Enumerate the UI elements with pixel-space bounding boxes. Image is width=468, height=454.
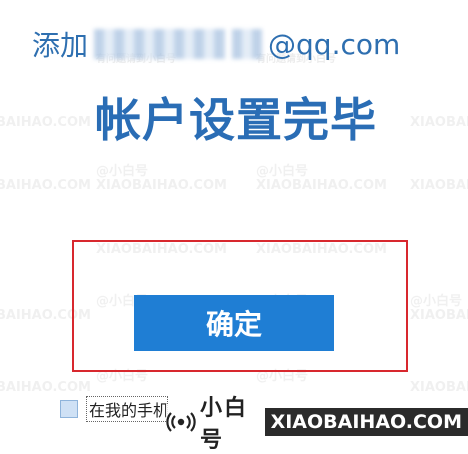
page-title: 帐户设置完毕 xyxy=(95,93,377,147)
watermark-text: XIAOBAIHAO.COM xyxy=(0,178,91,193)
broadcast-icon xyxy=(166,409,196,435)
mobile-checkbox-row[interactable]: 在我的手机 xyxy=(60,396,168,422)
brand-watermark: 小白号 XIAOBAIHAO.COM xyxy=(166,396,468,453)
watermark-text: @小白号 xyxy=(256,164,309,179)
blurred-email-name xyxy=(94,29,227,59)
ok-button[interactable]: 确定 xyxy=(134,295,334,351)
watermark-text: XIAOBAIHAO.COM xyxy=(410,178,468,193)
watermark-text: XIAOBAIHAO.COM xyxy=(0,380,91,395)
brand-domain: XIAOBAIHAO.COM xyxy=(264,408,468,436)
watermark-text: @小白号 xyxy=(96,164,149,179)
watermark-text: XIAOBAIHAO.COM xyxy=(410,115,468,130)
mobile-checkbox[interactable] xyxy=(60,400,78,418)
watermark-text: XIAOBAIHAO.COM xyxy=(256,178,387,193)
watermark-text: XIAOBAIHAO.COM xyxy=(410,380,468,395)
account-added-line: 添加 @qq.com xyxy=(32,14,400,74)
email-domain: @qq.com xyxy=(268,27,401,61)
watermark-text: XIAOBAIHAO.COM xyxy=(410,308,468,323)
blurred-email-name xyxy=(232,29,263,59)
mobile-checkbox-label[interactable]: 在我的手机 xyxy=(86,396,168,422)
watermark-text: XIAOBAIHAO.COM xyxy=(96,178,227,193)
add-prefix: 添加 xyxy=(32,29,89,62)
brand-name: 小白号 xyxy=(200,396,249,453)
watermark-text: @小白号 xyxy=(410,294,463,309)
